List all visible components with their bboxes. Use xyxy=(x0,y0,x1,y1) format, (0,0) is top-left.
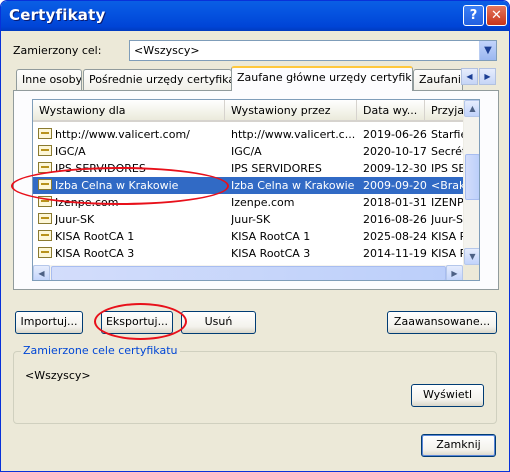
import-button[interactable]: Importuj... xyxy=(15,311,83,334)
chevron-down-icon[interactable]: ▼ xyxy=(479,41,496,60)
cell-date: 2020-10-17 xyxy=(363,145,427,158)
column-issued-to[interactable]: Wystawiony dla xyxy=(33,100,225,120)
chevron-left-icon[interactable]: ◀ xyxy=(461,68,478,85)
tab-trusted-publishers[interactable]: Zaufani w xyxy=(413,69,463,90)
tab-trusted-root-ca[interactable]: Zaufane główne urzędy certyfikacji xyxy=(231,66,413,91)
purposes-value: <Wszyscy> xyxy=(25,369,91,382)
cell-date: 2009-09-20 xyxy=(363,179,427,192)
horizontal-scrollbar[interactable]: ◀ ▶ xyxy=(33,265,463,280)
cell-issued-by: Izba Celna w Krakowie xyxy=(231,179,355,192)
column-issued-by[interactable]: Wystawiony przez xyxy=(225,100,357,120)
certificate-icon xyxy=(38,179,52,190)
cell-issued-by: http://www.valicert.c... xyxy=(231,128,355,141)
close-window-button[interactable]: ✕ xyxy=(486,5,507,26)
table-row[interactable]: KISA RootCA 3 KISA RootCA 3 2014-11-19 K… xyxy=(33,245,463,262)
cell-issued-to: Juur-SK xyxy=(55,213,95,226)
table-row[interactable]: Juur-SK Juur-SK 2016-08-26 Juur-SK xyxy=(33,211,463,228)
cell-issued-to: http://www.valicert.com/ xyxy=(55,128,190,141)
cell-issued-by: KISA RootCA 1 xyxy=(231,230,311,243)
help-button[interactable]: ? xyxy=(463,5,484,26)
cell-friendly-name: KISA Roo xyxy=(431,230,463,243)
close-button[interactable]: Zamknij xyxy=(421,434,496,457)
cell-friendly-name: IPS SERV xyxy=(431,162,463,175)
certificate-list[interactable]: Wystawiony dla Wystawiony przez Data wy.… xyxy=(32,99,480,281)
advanced-button[interactable]: Zaawansowane... xyxy=(387,311,497,334)
cell-friendly-name: Secrétar xyxy=(431,145,463,158)
vertical-scrollbar[interactable]: ▲ ▼ xyxy=(463,100,479,265)
purpose-label: Zamierzony cel: xyxy=(13,44,102,57)
certificate-icon xyxy=(38,196,52,207)
window-title: Certyfikaty xyxy=(9,6,106,24)
cell-friendly-name: <Brak> xyxy=(431,179,463,192)
scroll-up-icon[interactable]: ▲ xyxy=(464,100,479,117)
horizontal-scroll-thumb[interactable] xyxy=(51,266,446,280)
cell-issued-to: Izenpe.com xyxy=(55,196,119,209)
cell-date: 2014-11-19 xyxy=(363,247,427,260)
list-header: Wystawiony dla Wystawiony przez Data wy.… xyxy=(33,100,465,122)
tab-scroll-arrows: ◀ ▶ xyxy=(461,68,497,86)
cell-issued-to: IPS SERVIDORES xyxy=(55,162,146,175)
certificate-icon xyxy=(38,145,52,156)
cell-date: 2025-08-24 xyxy=(363,230,427,243)
vertical-scroll-thumb[interactable] xyxy=(465,154,479,200)
chevron-right-icon[interactable]: ▶ xyxy=(479,68,496,85)
purposes-group-title: Zamierzone cele certyfikatu xyxy=(21,344,180,357)
cell-issued-by: Juur-SK xyxy=(231,213,271,226)
scroll-corner xyxy=(463,265,479,280)
remove-button[interactable]: Usuń xyxy=(181,311,256,334)
table-row[interactable]: http://www.valicert.com/ http://www.vali… xyxy=(33,126,463,143)
cell-issued-to: KISA RootCA 3 xyxy=(55,247,135,260)
tab-intermediate-ca[interactable]: Pośrednie urzędy certyfikacji xyxy=(83,69,232,90)
cell-friendly-name: Starfield xyxy=(431,128,463,141)
cell-issued-by: IGC/A xyxy=(231,145,262,158)
table-row[interactable]: IPS SERVIDORES IPS SERVIDORES 2009-12-30… xyxy=(33,160,463,177)
cell-date: 2009-12-30 xyxy=(363,162,427,175)
table-row-selected[interactable]: Izba Celna w Krakowie Izba Celna w Krako… xyxy=(33,177,463,194)
purpose-value: <Wszyscy> xyxy=(134,44,200,57)
cell-issued-to: IGC/A xyxy=(55,145,86,158)
scroll-right-icon[interactable]: ▶ xyxy=(446,265,463,280)
cell-issued-by: Izenpe.com xyxy=(231,196,295,209)
table-row[interactable]: KISA RootCA 1 KISA RootCA 1 2025-08-24 K… xyxy=(33,228,463,245)
tab-panel: Wystawiony dla Wystawiony przez Data wy.… xyxy=(13,90,499,290)
view-button[interactable]: Wyświetl xyxy=(411,384,484,407)
table-row[interactable]: IGC/A IGC/A 2020-10-17 Secrétar xyxy=(33,143,463,160)
column-expiration-date[interactable]: Data wy... xyxy=(357,100,425,120)
column-friendly-name[interactable]: Przyjazn xyxy=(425,100,465,120)
purpose-dropdown[interactable]: <Wszyscy> ▼ xyxy=(129,40,497,61)
title-bar[interactable]: Certyfikaty ? ✕ xyxy=(1,1,509,31)
cell-issued-by: KISA RootCA 3 xyxy=(231,247,311,260)
cell-date: 2019-06-26 xyxy=(363,128,427,141)
certificate-icon xyxy=(38,128,52,139)
export-button[interactable]: Eksportuj... xyxy=(101,311,173,334)
scroll-left-icon[interactable]: ◀ xyxy=(33,265,50,280)
cell-date: 2018-01-31 xyxy=(363,196,427,209)
tab-other-people[interactable]: Inne osoby xyxy=(16,69,82,90)
scroll-down-icon[interactable]: ▼ xyxy=(464,248,479,265)
certificate-icon xyxy=(38,162,52,173)
cell-issued-to: KISA RootCA 1 xyxy=(55,230,135,243)
certificate-icon xyxy=(38,247,52,258)
table-row[interactable]: Izenpe.com Izenpe.com 2018-01-31 IZENPE … xyxy=(33,194,463,211)
cell-friendly-name: Juur-SK xyxy=(431,213,463,226)
certificate-icon xyxy=(38,213,52,224)
cell-date: 2016-08-26 xyxy=(363,213,427,226)
cell-issued-by: IPS SERVIDORES xyxy=(231,162,322,175)
cell-issued-to: Izba Celna w Krakowie xyxy=(55,179,179,192)
cell-friendly-name: KISA Roo xyxy=(431,247,463,260)
certificates-dialog: Certyfikaty ? ✕ Zamierzony cel: <Wszyscy… xyxy=(0,0,510,472)
certificate-icon xyxy=(38,230,52,241)
cell-friendly-name: IZENPE S xyxy=(431,196,463,209)
